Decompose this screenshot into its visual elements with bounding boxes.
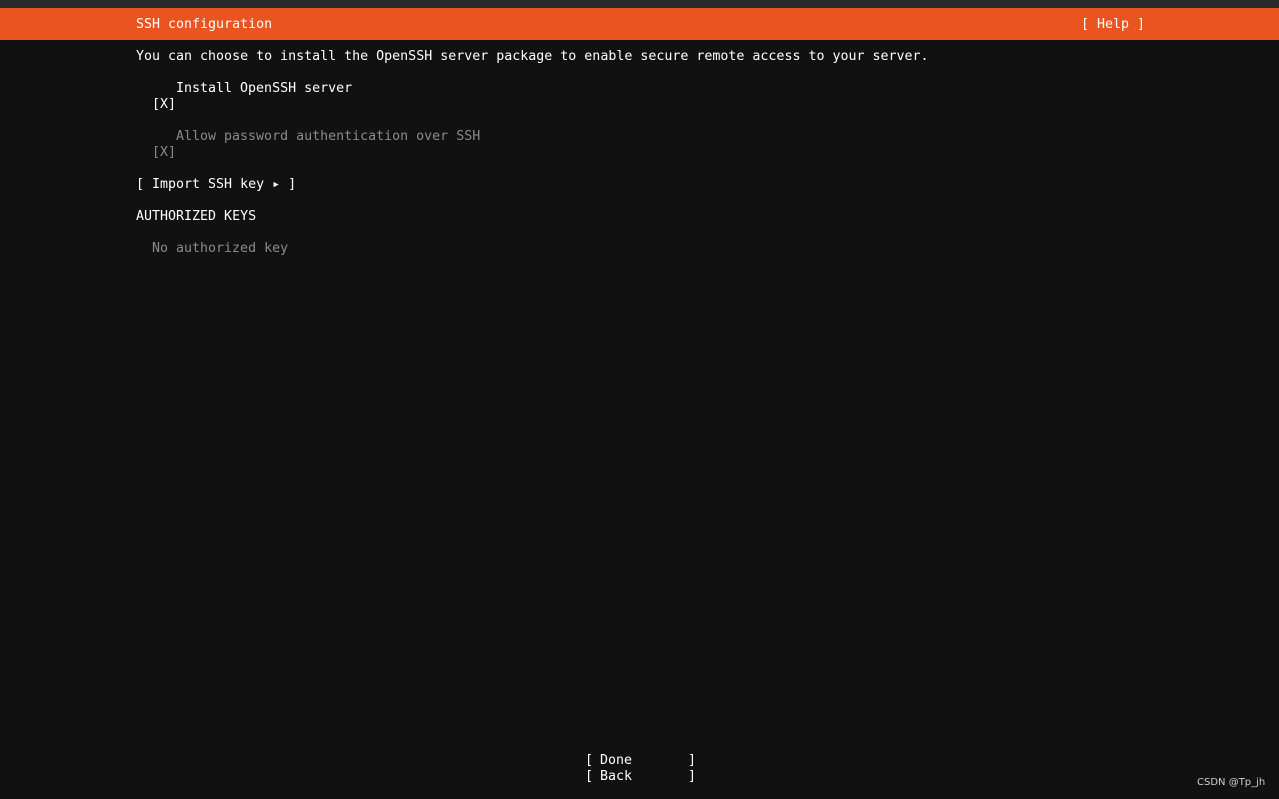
import-ssh-key-button[interactable]: [ Import SSH key ▸ ]	[136, 177, 296, 193]
allow-password-label: Allow password authentication over SSH	[176, 129, 481, 144]
intro-text: You can choose to install the OpenSSH se…	[136, 49, 929, 64]
back-label: Back	[600, 769, 633, 784]
page-title: SSH configuration	[136, 17, 273, 32]
back-close-bracket: ]	[688, 769, 697, 784]
header-bar: SSH configuration [ Help ]	[0, 8, 1279, 40]
no-authorized-key-text: No authorized key	[152, 241, 289, 256]
back-open-bracket: [	[585, 769, 594, 784]
done-button[interactable]: [ Done ]	[585, 753, 697, 769]
install-openssh-label: Install OpenSSH server	[176, 81, 353, 96]
top-strip	[0, 0, 1279, 8]
install-openssh-checkbox[interactable]: [X] Install OpenSSH server	[136, 81, 352, 113]
watermark: CSDN @Tp_jh	[1197, 777, 1266, 788]
help-button[interactable]: [ Help ]	[1081, 17, 1145, 33]
back-button[interactable]: [ Back ]	[585, 769, 697, 785]
allow-password-check-mark: [X]	[152, 145, 177, 160]
done-label: Done	[600, 753, 633, 768]
authorized-keys-heading: AUTHORIZED KEYS	[136, 209, 257, 224]
done-open-bracket: [	[585, 753, 594, 768]
install-openssh-check-mark: [X]	[152, 97, 177, 112]
done-close-bracket: ]	[688, 753, 697, 768]
allow-password-checkbox[interactable]: [X] Allow password authentication over SS…	[136, 129, 480, 161]
